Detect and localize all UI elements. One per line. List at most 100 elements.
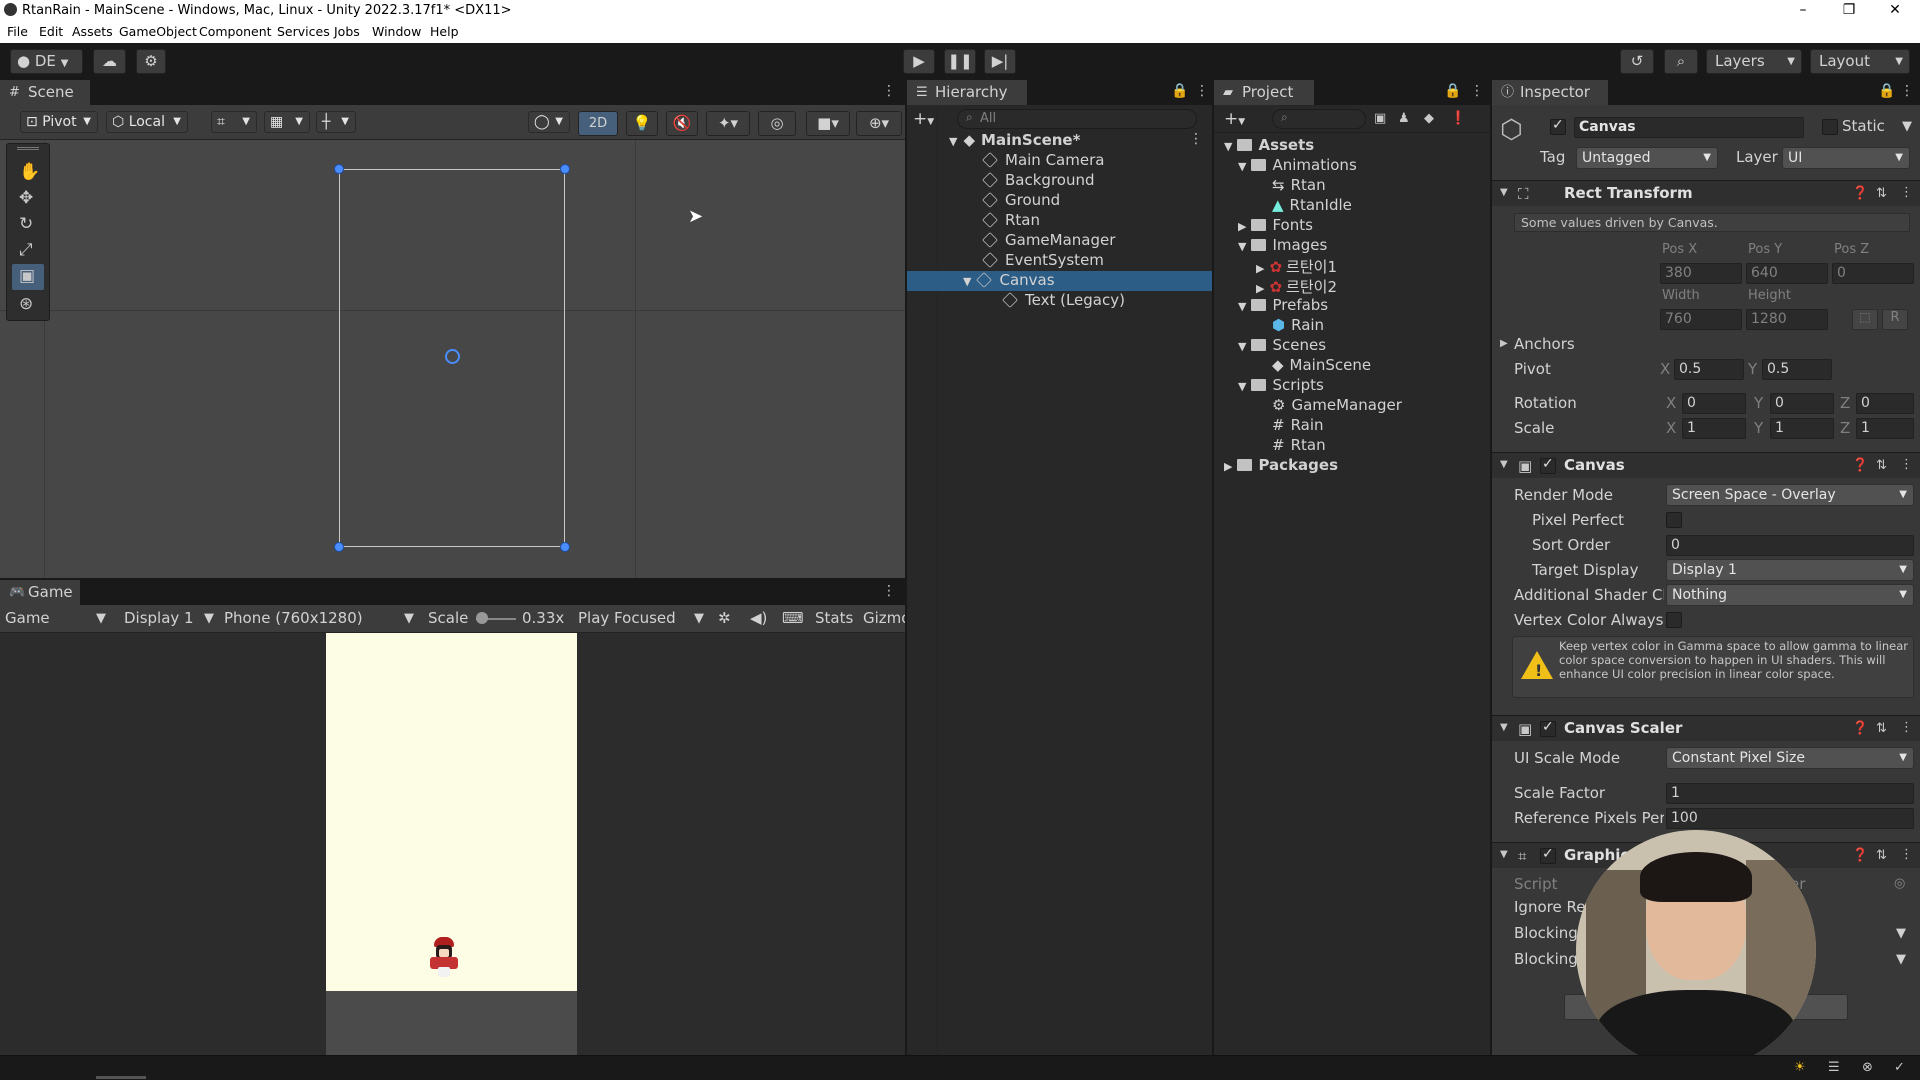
hierarchy-item[interactable]: Main Camera bbox=[982, 151, 1104, 169]
rot-y-field[interactable]: 0 bbox=[1770, 393, 1834, 414]
asset-item[interactable]: # Rain bbox=[1272, 416, 1324, 434]
folder-prefabs[interactable]: ▼ Prefabs bbox=[1238, 296, 1328, 314]
move-tool-icon[interactable]: ✥ bbox=[19, 188, 33, 208]
menu-file[interactable]: File bbox=[7, 24, 28, 39]
pivot-y-field[interactable]: 0.5 bbox=[1762, 359, 1832, 380]
tag-icon[interactable]: ◆ bbox=[1424, 111, 1434, 126]
hierarchy-item[interactable]: Background bbox=[982, 171, 1095, 189]
pause-button[interactable]: ❚❚ bbox=[944, 49, 976, 74]
hierarchy-item[interactable]: GameManager bbox=[982, 231, 1115, 249]
kebab-menu-icon[interactable]: ⋮ bbox=[1900, 83, 1914, 99]
hierarchy-item-child[interactable]: Text (Legacy) bbox=[1002, 291, 1125, 309]
scale-z-field[interactable]: 1 bbox=[1856, 418, 1914, 439]
camera-dropdown[interactable]: ■▾ bbox=[806, 111, 850, 136]
stats-button[interactable]: Stats bbox=[815, 609, 853, 627]
game-view[interactable] bbox=[0, 633, 905, 1055]
tab-hierarchy[interactable]: ☰ Hierarchy bbox=[907, 80, 1027, 105]
help-icon[interactable]: ❓ bbox=[1852, 458, 1868, 473]
height-field[interactable]: 1280 bbox=[1746, 309, 1828, 330]
increment-snap-dropdown[interactable]: ┼ ▼ bbox=[316, 111, 356, 133]
rot-z-field[interactable]: 0 bbox=[1856, 393, 1914, 414]
kebab-menu-icon[interactable]: ⋮ bbox=[882, 83, 896, 99]
preset-icon[interactable]: ⇅ bbox=[1876, 721, 1887, 736]
kebab-menu-icon[interactable]: ⋮ bbox=[1470, 83, 1484, 99]
object-name-field[interactable]: Canvas bbox=[1574, 117, 1804, 138]
audio-toggle[interactable]: 🔇 bbox=[666, 111, 698, 136]
scene-root[interactable]: ▼ ◆ MainScene* bbox=[949, 131, 1080, 149]
menu-component[interactable]: Component bbox=[199, 24, 272, 39]
grid-toggle-dropdown[interactable]: ▦ ▼ bbox=[264, 111, 310, 133]
lock-icon[interactable]: 🔒 bbox=[1444, 83, 1461, 99]
lighting-toggle[interactable]: 💡 bbox=[626, 111, 658, 136]
play-focused-dropdown[interactable]: Play Focused bbox=[578, 609, 676, 627]
speaker-icon[interactable]: ◀) bbox=[750, 609, 767, 627]
pivot-dropdown[interactable]: ⊡ Pivot ▼ bbox=[20, 111, 98, 133]
object-picker-icon[interactable]: ◎ bbox=[1894, 876, 1905, 891]
lightbulb-icon[interactable]: ☀ bbox=[1794, 1060, 1806, 1075]
tag-dropdown[interactable]: Untagged ▼ bbox=[1576, 147, 1718, 169]
step-button[interactable]: ▶| bbox=[984, 49, 1016, 74]
close-button[interactable]: ✕ bbox=[1872, 0, 1918, 21]
resolution-dropdown[interactable]: Phone (760x1280) bbox=[224, 609, 363, 627]
hidden-objects-toggle[interactable]: ◎ bbox=[758, 111, 796, 136]
pixel-perfect-checkbox[interactable] bbox=[1666, 512, 1682, 528]
folder-animations[interactable]: ▼ Animations bbox=[1238, 156, 1357, 174]
tab-scene[interactable]: # Scene bbox=[0, 80, 90, 105]
network-icon[interactable]: ⊗ bbox=[1862, 1060, 1873, 1075]
asset-item[interactable]: ◆ MainScene bbox=[1272, 356, 1371, 374]
chevron-down-icon[interactable]: ▼ bbox=[1896, 926, 1906, 941]
preset-icon[interactable]: ⇅ bbox=[1876, 848, 1887, 863]
minimize-button[interactable]: – bbox=[1780, 0, 1826, 21]
tab-inspector[interactable]: ⓘ Inspector bbox=[1492, 80, 1608, 105]
collab-button[interactable]: ⚙ bbox=[136, 49, 166, 74]
chevron-down-icon[interactable]: ▼ bbox=[1902, 119, 1912, 134]
width-field[interactable]: 760 bbox=[1660, 309, 1742, 330]
preset-icon[interactable]: ⇅ bbox=[1876, 186, 1887, 201]
effects-dropdown[interactable]: ✦▾ bbox=[706, 111, 750, 136]
rect-handle[interactable] bbox=[560, 542, 570, 552]
menu-gameobject[interactable]: GameObject bbox=[119, 24, 197, 39]
hand-tool-icon[interactable]: ✋ bbox=[19, 162, 40, 182]
create-button[interactable]: +▼ bbox=[1224, 109, 1245, 129]
add-button[interactable]: +▼ bbox=[913, 109, 934, 129]
local-dropdown[interactable]: ⬡ Local ▼ bbox=[106, 111, 188, 133]
gizmos-button[interactable]: Gizmo bbox=[863, 609, 905, 627]
menu-help[interactable]: Help bbox=[430, 24, 459, 39]
grid-snap-dropdown[interactable]: ⌗ ▼ bbox=[211, 111, 257, 133]
filter-type-icon[interactable]: ▣ bbox=[1374, 111, 1386, 126]
kebab-menu-icon[interactable]: ⋮ bbox=[882, 583, 896, 599]
keyboard-icon[interactable]: ⌨ bbox=[782, 609, 804, 627]
gizmos-dropdown[interactable]: ⊕▾ bbox=[856, 111, 902, 136]
hierarchy-item[interactable]: EventSystem bbox=[982, 251, 1104, 269]
kebab-menu-icon[interactable]: ⋮ bbox=[1195, 83, 1209, 99]
canvas-scaler-enabled-checkbox[interactable] bbox=[1540, 719, 1556, 737]
cloud-button[interactable]: ☁ bbox=[93, 49, 126, 74]
asset-item[interactable]: # Rtan bbox=[1272, 436, 1326, 454]
collapse-arrow-icon[interactable]: ▶ bbox=[1500, 338, 1508, 349]
pivot-handle[interactable] bbox=[445, 349, 460, 364]
asset-item[interactable]: ⚙ GameManager bbox=[1272, 396, 1402, 414]
rect-transform-header[interactable]: ▼ ⛶ Rect Transform ❓ ⇅ ⋮ bbox=[1492, 180, 1920, 206]
scale-factor-field[interactable]: 1 bbox=[1666, 783, 1914, 804]
chevron-down-icon[interactable]: ▼ bbox=[96, 611, 106, 626]
asset-item[interactable]: ⇆ Rtan bbox=[1272, 176, 1326, 194]
scene-view[interactable]: ➤ bbox=[0, 140, 905, 578]
lock-icon[interactable]: 🔒 bbox=[1878, 83, 1895, 99]
rect-handle[interactable] bbox=[334, 164, 344, 174]
assets-folder[interactable]: ▼ Assets bbox=[1224, 136, 1314, 154]
raycaster-enabled-checkbox[interactable] bbox=[1540, 846, 1556, 864]
render-mode-dropdown[interactable]: Screen Space - Overlay ▼ bbox=[1666, 484, 1914, 506]
rot-x-field[interactable]: 0 bbox=[1682, 393, 1746, 414]
scale-tool-icon[interactable]: ⤢ bbox=[19, 240, 33, 260]
canvas-component-header[interactable]: ▼ ▣ Canvas ❓ ⇅ ⋮ bbox=[1492, 452, 1920, 478]
raw-edit-button[interactable]: R bbox=[1882, 309, 1908, 330]
layer-dropdown[interactable]: UI ▼ bbox=[1782, 147, 1910, 169]
filter-label-icon[interactable]: ♟ bbox=[1398, 111, 1410, 126]
check-circle-icon[interactable]: ✓ bbox=[1894, 1060, 1905, 1075]
menu-assets[interactable]: Assets bbox=[72, 24, 113, 39]
menu-services[interactable]: Services bbox=[277, 24, 330, 39]
help-icon[interactable]: ❓ bbox=[1852, 721, 1868, 736]
folder-images[interactable]: ▼ Images bbox=[1238, 236, 1327, 254]
asset-item[interactable]: ▶ ✿ 르탄이2 bbox=[1256, 276, 1337, 297]
chevron-down-icon[interactable]: ▼ bbox=[694, 611, 704, 626]
